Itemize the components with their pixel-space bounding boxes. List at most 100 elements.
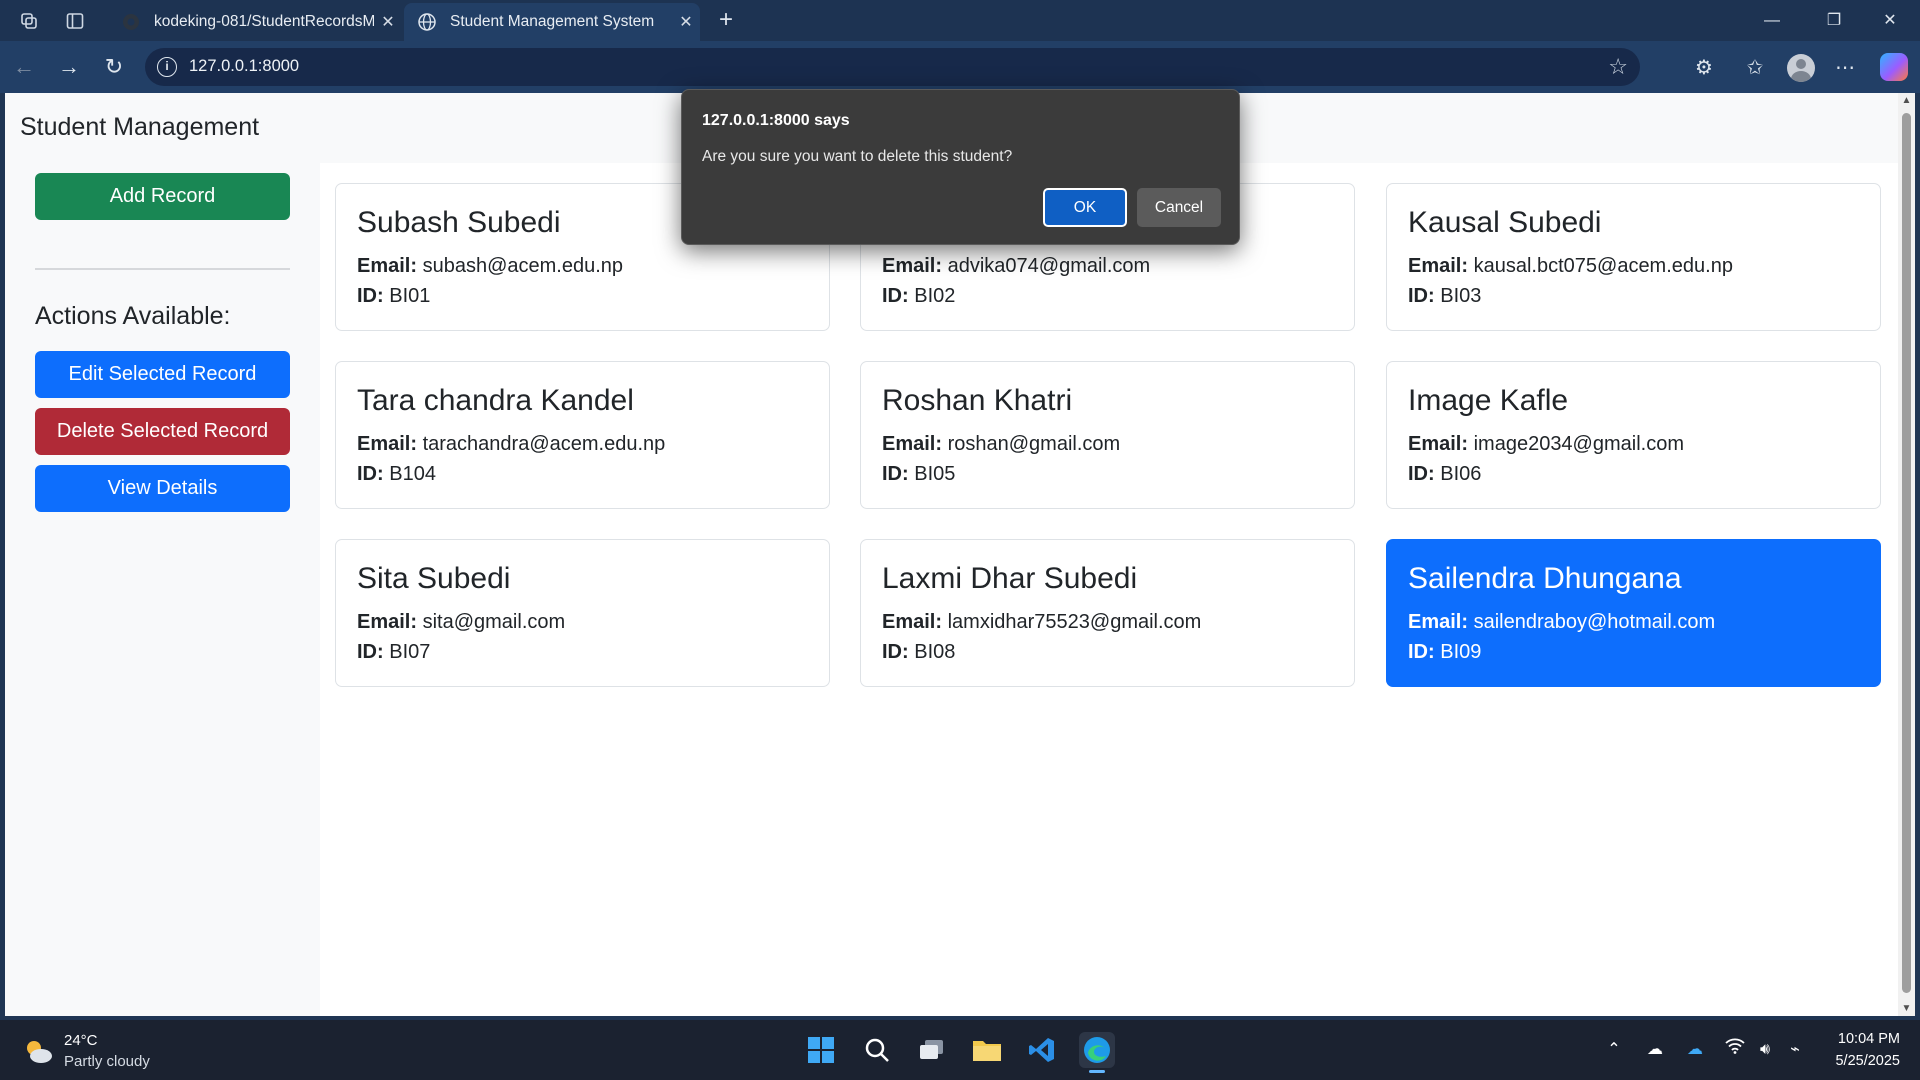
student-email-row: Email: roshan@gmail.com bbox=[882, 433, 1120, 456]
tab-student-management[interactable]: Student Management System ✕ bbox=[404, 3, 700, 41]
weather-widget[interactable]: 24°C Partly cloudy bbox=[22, 1030, 222, 1074]
weather-temperature: 24°C bbox=[64, 1032, 98, 1049]
student-email: advika074@gmail.com bbox=[947, 255, 1151, 277]
student-card[interactable]: Tara chandra Kandel Email: tarachandra@ac… bbox=[335, 361, 830, 509]
workspaces-icon[interactable] bbox=[16, 8, 42, 34]
edit-record-button[interactable]: Edit Selected Record bbox=[35, 351, 290, 398]
email-label: Email: bbox=[1408, 611, 1469, 633]
site-info-icon[interactable]: i bbox=[157, 57, 177, 77]
search-icon[interactable] bbox=[859, 1032, 895, 1068]
tab-close-icon[interactable]: ✕ bbox=[374, 12, 402, 32]
dialog-title: 127.0.0.1:8000 says bbox=[702, 112, 850, 129]
student-email: image2034@gmail.com bbox=[1473, 433, 1684, 455]
onedrive-icon[interactable]: ☁ bbox=[1683, 1038, 1707, 1062]
email-label: Email: bbox=[357, 433, 418, 455]
student-name: Laxmi Dhar Subedi bbox=[882, 562, 1138, 595]
student-email: kausal.bct075@acem.edu.np bbox=[1473, 255, 1733, 277]
student-email: sita@gmail.com bbox=[422, 611, 566, 633]
student-email-row: Email: subash@acem.edu.np bbox=[357, 255, 623, 278]
student-id-row: ID: BI02 bbox=[882, 285, 955, 308]
profile-avatar[interactable] bbox=[1787, 54, 1815, 82]
actions-heading: Actions Available: bbox=[35, 302, 231, 330]
show-hidden-icons[interactable]: ⌃ bbox=[1602, 1038, 1626, 1062]
id-label: ID: bbox=[882, 463, 909, 485]
student-email-row: Email: tarachandra@acem.edu.np bbox=[357, 433, 665, 456]
copilot-icon[interactable] bbox=[1880, 53, 1908, 81]
id-label: ID: bbox=[1408, 285, 1435, 307]
scrollbar-thumb[interactable] bbox=[1902, 113, 1911, 993]
student-card[interactable]: Kausal Subedi Email: kausal.bct075@acem.e… bbox=[1386, 183, 1881, 331]
dialog-cancel-button[interactable]: Cancel bbox=[1137, 188, 1221, 227]
volume-icon[interactable]: 🔊︎ bbox=[1753, 1038, 1777, 1062]
student-email-row: Email: sailendraboy@hotmail.com bbox=[1408, 611, 1715, 634]
tab-github-repo[interactable]: kodeking-081/StudentRecordsMa ✕ bbox=[108, 3, 402, 41]
dialog-ok-button[interactable]: OK bbox=[1043, 188, 1127, 227]
student-card[interactable]: Sita Subedi Email: sita@gmail.com ID: BI07 bbox=[335, 539, 830, 687]
student-email: sailendraboy@hotmail.com bbox=[1473, 611, 1716, 633]
vscode-icon[interactable] bbox=[1024, 1032, 1060, 1068]
tab-close-icon[interactable]: ✕ bbox=[672, 12, 700, 32]
more-options-icon[interactable]: ⋯ bbox=[1830, 53, 1860, 83]
address-url[interactable]: 127.0.0.1:8000 bbox=[189, 57, 299, 76]
address-bar[interactable]: i 127.0.0.1:8000 ☆ bbox=[145, 48, 1640, 86]
student-id-row: ID: BI08 bbox=[882, 641, 955, 664]
system-clock[interactable]: 10:04 PM 5/25/2025 bbox=[1835, 1028, 1900, 1072]
email-label: Email: bbox=[1408, 433, 1469, 455]
student-email-row: Email: advika074@gmail.com bbox=[882, 255, 1150, 278]
minimize-icon[interactable]: — bbox=[1752, 8, 1792, 34]
new-tab-icon[interactable]: + bbox=[712, 6, 740, 34]
back-icon[interactable]: ← bbox=[10, 53, 38, 81]
extensions-icon[interactable]: ⚙ bbox=[1689, 53, 1719, 83]
scroll-up-icon[interactable]: ▲ bbox=[1900, 95, 1913, 106]
forward-icon[interactable]: → bbox=[55, 53, 83, 81]
add-record-button[interactable]: Add Record bbox=[35, 173, 290, 220]
vertical-tabs-icon[interactable] bbox=[62, 8, 88, 34]
email-label: Email: bbox=[357, 255, 418, 277]
email-label: Email: bbox=[882, 611, 943, 633]
file-explorer-icon[interactable] bbox=[969, 1032, 1005, 1068]
window-close-icon[interactable]: ✕ bbox=[1870, 8, 1910, 34]
dialog-message: Are you sure you want to delete this stu… bbox=[702, 148, 1013, 165]
email-label: Email: bbox=[1408, 255, 1469, 277]
globe-icon bbox=[416, 11, 438, 33]
clock-date: 5/25/2025 bbox=[1835, 1053, 1900, 1069]
favorites-icon[interactable]: ✩ bbox=[1740, 53, 1770, 83]
edge-browser-icon[interactable] bbox=[1079, 1032, 1115, 1073]
favorite-star-icon[interactable]: ☆ bbox=[1608, 54, 1628, 80]
student-name: Tara chandra Kandel bbox=[357, 384, 634, 417]
student-card[interactable]: Image Kafle Email: image2034@gmail.com ID:… bbox=[1386, 361, 1881, 509]
student-card[interactable]: Laxmi Dhar Subedi Email: lamxidhar75523@g… bbox=[860, 539, 1355, 687]
student-id: BI05 bbox=[914, 463, 956, 485]
cloud-icon[interactable]: ☁ bbox=[1643, 1038, 1667, 1062]
tab-title: Student Management System bbox=[450, 13, 655, 30]
wifi-icon[interactable] bbox=[1723, 1038, 1747, 1062]
id-label: ID: bbox=[1408, 641, 1435, 663]
task-view-icon[interactable] bbox=[914, 1032, 950, 1068]
student-card[interactable]: Sailendra Dhungana Email: sailendraboy@ho… bbox=[1386, 539, 1881, 687]
confirm-dialog: 127.0.0.1:8000 says Are you sure you wan… bbox=[681, 89, 1240, 245]
refresh-icon[interactable]: ↻ bbox=[100, 53, 128, 81]
student-id-row: ID: BI01 bbox=[357, 285, 430, 308]
email-label: Email: bbox=[357, 611, 418, 633]
student-id: BI03 bbox=[1440, 285, 1482, 307]
student-email-row: Email: image2034@gmail.com bbox=[1408, 433, 1684, 456]
view-details-button[interactable]: View Details bbox=[35, 465, 290, 512]
restore-icon[interactable]: ❐ bbox=[1814, 8, 1854, 34]
student-id-row: ID: BI03 bbox=[1408, 285, 1481, 308]
battery-icon[interactable]: ⌁ bbox=[1783, 1038, 1807, 1062]
active-app-indicator bbox=[1089, 1070, 1105, 1073]
start-icon[interactable] bbox=[803, 1032, 839, 1068]
delete-record-button[interactable]: Delete Selected Record bbox=[35, 408, 290, 455]
student-id-row: ID: BI09 bbox=[1408, 641, 1481, 664]
student-id: BI09 bbox=[1440, 641, 1482, 663]
student-card[interactable]: Roshan Khatri Email: roshan@gmail.com ID: … bbox=[860, 361, 1355, 509]
partly-cloudy-icon bbox=[27, 1041, 52, 1063]
page-scrollbar[interactable]: ▲ ▼ bbox=[1898, 93, 1915, 1016]
email-label: Email: bbox=[882, 433, 943, 455]
scroll-down-icon[interactable]: ▼ bbox=[1900, 1003, 1913, 1014]
student-name: Sailendra Dhungana bbox=[1408, 562, 1682, 595]
student-email: roshan@gmail.com bbox=[947, 433, 1121, 455]
email-label: Email: bbox=[882, 255, 943, 277]
student-name: Subash Subedi bbox=[357, 206, 561, 239]
student-email-row: Email: sita@gmail.com bbox=[357, 611, 565, 634]
